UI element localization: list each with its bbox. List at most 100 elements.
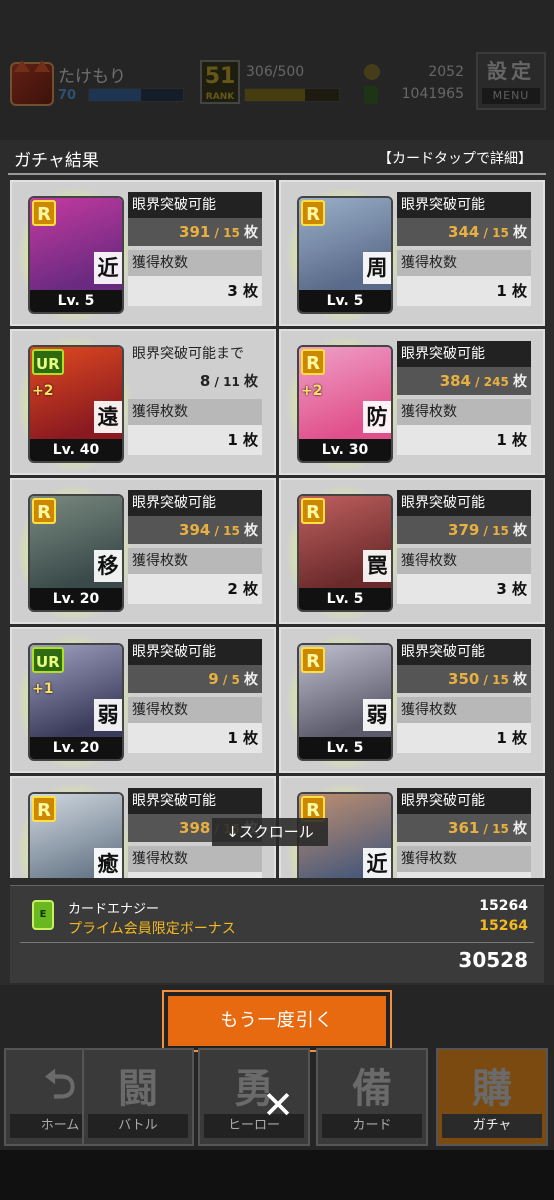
type-badge: 遠 — [94, 401, 122, 433]
plus-badge: +2 — [32, 383, 54, 399]
card-thumbnail[interactable]: R 癒 — [28, 792, 124, 878]
limit-break-count: 344 / 15 枚 — [397, 218, 531, 246]
owned-count: 384 — [439, 372, 471, 390]
card-result-item[interactable]: R 移 Lv. 20 眼界突破可能 394 / 15 枚 獲得枚数 2 枚 — [10, 478, 276, 624]
owned-count: 9 — [208, 670, 219, 688]
card-icon: 備 — [352, 1066, 392, 1112]
plus-badge: +1 — [32, 681, 54, 697]
card-level: Lv. 5 — [299, 588, 391, 610]
max-count-wrap: / 5 — [218, 673, 240, 687]
card-result-item[interactable]: UR +1 弱 Lv. 20 眼界突破可能 9 / 5 枚 獲得枚数 1 枚 — [10, 627, 276, 773]
card-thumbnail[interactable]: UR +1 弱 Lv. 20 — [28, 643, 124, 761]
card-thumbnail[interactable]: R +2 防 Lv. 30 — [297, 345, 393, 463]
modal-hint: 【カードタップで詳細】 — [378, 151, 532, 167]
card-thumbnail[interactable]: R 移 Lv. 20 — [28, 494, 124, 612]
modal-title: ガチャ結果 — [14, 151, 99, 171]
prime-bonus-value: 15264 — [479, 918, 528, 934]
mai-unit: 枚 — [244, 374, 258, 390]
type-badge: 弱 — [94, 699, 122, 731]
card-energy-summary: E カードエナジー プライム会員限定ボーナス 15264 15264 30528 — [10, 885, 544, 983]
owned-count: 350 — [448, 670, 480, 688]
max-count: 15 — [492, 822, 509, 836]
limit-break-count: 391 / 15 枚 — [128, 218, 262, 246]
max-count: 15 — [492, 226, 509, 240]
type-badge: 近 — [363, 848, 391, 878]
nav-card-label: カード — [322, 1114, 422, 1138]
card-thumbnail[interactable]: R 周 Lv. 5 — [297, 196, 393, 314]
card-result-item[interactable]: R +2 防 Lv. 30 眼界突破可能 384 / 245 枚 獲得枚数 1 … — [279, 329, 545, 475]
max-count-wrap: / 15 — [479, 673, 509, 687]
max-count-wrap: / 245 — [471, 375, 509, 389]
acquired-count: 1 枚 — [397, 276, 531, 306]
mai-unit: 枚 — [511, 431, 527, 449]
limit-break-count: 9 / 5 枚 — [128, 665, 262, 693]
acquired-count: 1 枚 — [397, 723, 531, 753]
max-count-wrap: / 15 — [479, 524, 509, 538]
card-info: 眼界突破可能 394 / 15 枚 獲得枚数 2 枚 — [128, 490, 262, 620]
rarity-badge: R — [32, 200, 56, 226]
rarity-badge: R — [301, 200, 325, 226]
nav-card[interactable]: 備 カード — [316, 1048, 428, 1146]
card-result-item[interactable]: R 弱 Lv. 5 眼界突破可能 350 / 15 枚 獲得枚数 1 枚 — [279, 627, 545, 773]
mai-unit: 枚 — [513, 374, 527, 390]
nav-battle[interactable]: 闘 バトル — [82, 1048, 194, 1146]
nav-gacha[interactable]: 購 ガチャ — [436, 1048, 548, 1146]
card-result-item[interactable]: R 周 Lv. 5 眼界突破可能 344 / 15 枚 獲得枚数 1 枚 — [279, 180, 545, 326]
modal-header: ガチャ結果 【カードタップで詳細】 — [0, 140, 554, 176]
max-count: 11 — [223, 375, 240, 389]
max-count: 245 — [483, 375, 509, 389]
card-result-item[interactable]: R 罠 Lv. 5 眼界突破可能 379 / 15 枚 獲得枚数 3 枚 — [279, 478, 545, 624]
energy-label: カードエナジー — [68, 902, 160, 917]
limit-break-label: 眼界突破可能 — [397, 192, 531, 218]
owned-count: 394 — [179, 521, 211, 539]
limit-break-label: 眼界突破可能 — [128, 639, 262, 665]
acquired-label: 獲得枚数 — [128, 399, 262, 425]
rarity-badge: R — [32, 796, 56, 822]
limit-break-count: 361 / 15 枚 — [397, 814, 531, 842]
card-thumbnail[interactable]: R 近 Lv. 5 — [28, 196, 124, 314]
acquired-value: 1 — [496, 729, 507, 747]
limit-break-count: 384 / 245 枚 — [397, 367, 531, 395]
acquired-label: 獲得枚数 — [128, 250, 262, 276]
max-count-wrap: / 15 — [479, 226, 509, 240]
acquired-label: 獲得枚数 — [397, 548, 531, 574]
limit-break-label: 眼界突破可能 — [128, 788, 262, 814]
acquired-count: 1 枚 — [128, 723, 262, 753]
acquired-value: 3 — [496, 580, 507, 598]
nav-gacha-label: ガチャ — [442, 1114, 542, 1138]
energy-can-icon: E — [32, 900, 54, 930]
card-result-item[interactable]: R 近 Lv. 5 眼界突破可能 391 / 15 枚 獲得枚数 3 枚 — [10, 180, 276, 326]
card-level: Lv. 5 — [299, 290, 391, 312]
card-result-item[interactable]: UR +2 遠 Lv. 40 眼界突破可能まで 8 / 11 枚 獲得枚数 1 … — [10, 329, 276, 475]
close-icon[interactable]: ✕ — [258, 1085, 298, 1125]
rarity-badge: R — [301, 647, 325, 673]
prime-bonus-label: プライム会員限定ボーナス — [68, 921, 236, 937]
draw-again-button[interactable]: もう一度引く — [162, 990, 392, 1052]
max-count-wrap: / 15 — [210, 226, 240, 240]
type-badge: 移 — [94, 550, 122, 582]
mai-unit: 枚 — [242, 729, 258, 747]
rarity-badge: UR — [32, 349, 64, 375]
acquired-label: 獲得枚数 — [397, 697, 531, 723]
card-thumbnail[interactable]: R 弱 Lv. 5 — [297, 643, 393, 761]
card-info: 眼界突破可能 344 / 15 枚 獲得枚数 1 枚 — [397, 192, 531, 322]
max-count: 15 — [223, 524, 240, 538]
nav-battle-label: バトル — [88, 1114, 188, 1138]
acquired-count: 2 枚 — [128, 574, 262, 604]
max-count: 15 — [223, 226, 240, 240]
mai-unit: 枚 — [513, 672, 527, 688]
limit-break-count: 379 / 15 枚 — [397, 516, 531, 544]
rarity-badge: UR — [32, 647, 64, 673]
card-info: 眼界突破可能 391 / 15 枚 獲得枚数 3 枚 — [128, 192, 262, 322]
limit-break-label: 眼界突破可能 — [397, 639, 531, 665]
card-thumbnail[interactable]: UR +2 遠 Lv. 40 — [28, 345, 124, 463]
card-result-grid[interactable]: R 近 Lv. 5 眼界突破可能 391 / 15 枚 獲得枚数 3 枚 R 周… — [0, 178, 554, 878]
max-count: 5 — [231, 673, 240, 687]
acquired-count: 3 枚 — [128, 276, 262, 306]
system-bar — [0, 1150, 554, 1200]
mai-unit: 枚 — [511, 580, 527, 598]
card-info: 眼界突破可能 384 / 245 枚 獲得枚数 1 枚 — [397, 341, 531, 471]
rarity-badge: R — [32, 498, 56, 524]
limit-break-count: 394 / 15 枚 — [128, 516, 262, 544]
card-thumbnail[interactable]: R 罠 Lv. 5 — [297, 494, 393, 612]
